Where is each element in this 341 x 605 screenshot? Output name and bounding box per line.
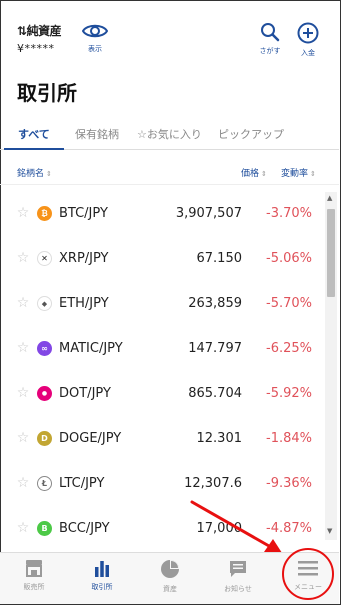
change-rate: -9.36% — [266, 476, 312, 491]
tab-pickup[interactable]: ピックアップ — [218, 126, 284, 142]
price: 263,859 — [188, 296, 242, 311]
market-row-doge[interactable]: ☆ D DOGE/JPY 12.301 -1.84% — [0, 417, 324, 462]
favorite-star-icon[interactable]: ☆ — [15, 250, 31, 266]
sort-icon: ⇕ — [310, 170, 316, 178]
active-tab-indicator — [4, 148, 64, 150]
nav-label: 販売所 — [23, 583, 45, 591]
pair-name: BCC/JPY — [59, 521, 110, 536]
pair-name: MATIC/JPY — [59, 341, 123, 356]
change-rate: -5.92% — [266, 386, 312, 401]
change-rate: -6.25% — [266, 341, 312, 356]
store-icon — [26, 560, 42, 577]
pair-name: XRP/JPY — [59, 251, 109, 266]
deposit-button[interactable]: 入金 — [291, 22, 325, 58]
market-row-xrp[interactable]: ☆ ✕ XRP/JPY 67.150 -5.06% — [0, 237, 324, 282]
change-rate: -5.06% — [266, 251, 312, 266]
search-icon — [261, 23, 280, 42]
column-header-name[interactable]: 銘柄名 ⇕ — [17, 166, 52, 179]
tab-bar: すべて 保有銘柄 ☆お気に入り ピックアップ — [0, 122, 339, 150]
pair-name: LTC/JPY — [59, 476, 105, 491]
scrollbar-thumb[interactable] — [327, 209, 335, 297]
dogecoin-icon: D — [37, 431, 52, 446]
show-button[interactable]: 表示 — [78, 22, 112, 54]
nav-exchange[interactable]: 取引所 — [72, 559, 132, 592]
deposit-label: 入金 — [301, 49, 315, 57]
tab-all[interactable]: すべて — [18, 126, 50, 142]
pie-chart-icon — [161, 560, 179, 578]
change-rate: -1.84% — [266, 431, 312, 446]
pair-name: BTC/JPY — [59, 206, 108, 221]
column-header-price[interactable]: 価格 ⇕ — [241, 166, 267, 179]
pair-name: DOGE/JPY — [59, 431, 122, 446]
favorite-star-icon[interactable]: ☆ — [15, 430, 31, 446]
scroll-down-arrow-icon[interactable]: ▼ — [327, 527, 332, 535]
search-button[interactable]: さがす — [253, 22, 287, 56]
tab-holdings[interactable]: 保有銘柄 — [75, 126, 119, 142]
favorite-star-icon[interactable]: ☆ — [15, 385, 31, 401]
bitcoin-icon: ₿ — [37, 206, 52, 221]
litecoin-icon: Ł — [37, 476, 52, 491]
favorite-star-icon[interactable]: ☆ — [15, 340, 31, 356]
market-row-matic[interactable]: ☆ ∞ MATIC/JPY 147.797 -6.25% — [0, 327, 324, 372]
pair-name: ETH/JPY — [59, 296, 109, 311]
plus-circle-icon — [297, 22, 319, 44]
price: 865.704 — [188, 386, 242, 401]
bitcoin-cash-icon: B — [37, 521, 52, 536]
pair-name: DOT/JPY — [59, 386, 111, 401]
net-assets-title: ⇅純資産 — [17, 24, 62, 38]
divider — [0, 184, 339, 185]
nav-notices[interactable]: お知らせ — [208, 559, 268, 594]
scroll-up-arrow-icon[interactable]: ▲ — [327, 194, 332, 202]
net-assets: ⇅純資産 ¥***** — [17, 22, 62, 55]
price: 12.301 — [196, 431, 243, 446]
nav-label: 取引所 — [91, 583, 113, 591]
ethereum-icon: ◆ — [37, 296, 52, 311]
price: 3,907,507 — [175, 206, 242, 221]
net-assets-value: ¥***** — [17, 42, 55, 55]
change-rate: -3.70% — [266, 206, 312, 221]
change-rate: -5.70% — [266, 296, 312, 311]
sort-icon: ⇕ — [261, 170, 267, 178]
search-label: さがす — [259, 47, 281, 55]
sort-icon: ⇕ — [46, 170, 52, 178]
show-label: 表示 — [88, 45, 102, 53]
price: 12,307.6 — [184, 476, 242, 491]
polkadot-icon: ● — [37, 386, 52, 401]
page-title: 取引所 — [17, 81, 77, 105]
market-row-btc[interactable]: ☆ ₿ BTC/JPY 3,907,507 -3.70% — [0, 192, 324, 237]
message-icon — [230, 561, 246, 577]
favorite-star-icon[interactable]: ☆ — [15, 475, 31, 491]
polygon-icon: ∞ — [37, 341, 52, 356]
nav-assets[interactable]: 資産 — [140, 559, 200, 594]
nav-store[interactable]: 販売所 — [4, 559, 64, 592]
bar-chart-icon — [95, 561, 109, 577]
tab-favorites[interactable]: ☆お気に入り — [137, 126, 202, 142]
swap-icon: ⇅ — [17, 24, 27, 38]
favorite-star-icon[interactable]: ☆ — [15, 205, 31, 221]
nav-label: お知らせ — [224, 585, 252, 593]
price: 147.797 — [188, 341, 242, 356]
market-row-dot[interactable]: ☆ ● DOT/JPY 865.704 -5.92% — [0, 372, 324, 417]
eye-icon — [82, 24, 108, 38]
favorite-star-icon[interactable]: ☆ — [15, 520, 31, 536]
xrp-icon: ✕ — [37, 251, 52, 266]
column-header-change[interactable]: 変動率 ⇕ — [281, 166, 316, 179]
market-row-eth[interactable]: ☆ ◆ ETH/JPY 263,859 -5.70% — [0, 282, 324, 327]
annotation-circle — [282, 548, 334, 600]
favorite-star-icon[interactable]: ☆ — [15, 295, 31, 311]
price: 67.150 — [196, 251, 243, 266]
nav-label: 資産 — [163, 585, 177, 593]
